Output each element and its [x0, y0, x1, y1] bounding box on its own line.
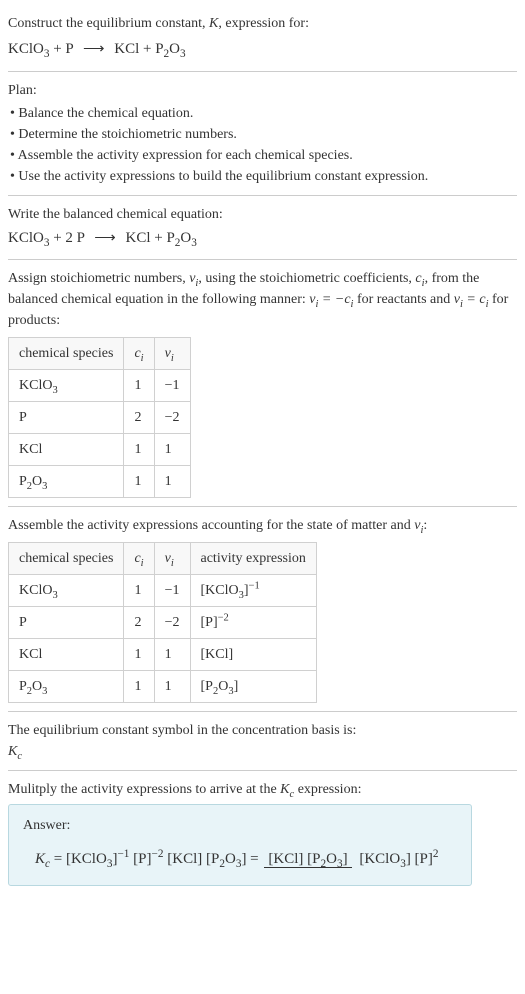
final-section: Mulitply the activity expressions to arr… — [8, 770, 517, 894]
species-cell: P — [9, 607, 124, 639]
species-cell: KClO3 — [9, 370, 124, 402]
activity-table: chemical species ci νi activity expressi… — [8, 542, 317, 703]
plan-section: Plan: • Balance the chemical equation. •… — [8, 71, 517, 195]
col-species: chemical species — [9, 543, 124, 575]
K-symbol: K — [209, 16, 218, 31]
fraction: [KCl] [P2O3] [KClO3] [P]2 — [264, 848, 442, 871]
stoich-table: chemical species ci νi KClO3 1 −1 P 2 −2… — [8, 337, 191, 498]
text: Assign stoichiometric numbers, — [8, 271, 189, 286]
c-i-symbol: ci — [415, 271, 424, 286]
c-cell: 1 — [124, 434, 154, 466]
c-cell: 2 — [124, 402, 154, 434]
denominator: [KClO3] [P]2 — [355, 851, 442, 867]
kc-symbol-section: The equilibrium constant symbol in the c… — [8, 711, 517, 770]
col-activity: activity expression — [190, 543, 316, 575]
nu-cell: −1 — [154, 575, 190, 607]
expr-cell: [P]−2 — [190, 607, 316, 639]
activity-section: Assemble the activity expressions accoun… — [8, 506, 517, 711]
nu-cell: −1 — [154, 370, 190, 402]
table-row: P2O3 1 1 — [9, 466, 191, 498]
activity-intro: Assemble the activity expressions accoun… — [8, 515, 517, 536]
table-row: KClO3 1 −1 [KClO3]−1 — [9, 575, 317, 607]
prompt-text: Construct the equilibrium constant, K, e… — [8, 13, 517, 34]
c-cell: 1 — [124, 370, 154, 402]
relation: νi = ci — [454, 292, 489, 307]
expr-cell: [KCl] — [190, 639, 316, 671]
plan-title: Plan: — [8, 80, 517, 101]
kc-intro: The equilibrium constant symbol in the c… — [8, 720, 517, 741]
plan-item: • Assemble the activity expression for e… — [10, 145, 517, 166]
kc-symbol: Kc — [8, 741, 517, 762]
nu-cell: 1 — [154, 434, 190, 466]
text: for reactants and — [353, 292, 453, 307]
text: Mulitply the activity expressions to arr… — [8, 782, 280, 797]
col-species: chemical species — [9, 338, 124, 370]
col-ci: ci — [124, 543, 154, 575]
text: expression: — [294, 782, 361, 797]
text: , using the stoichiometric coefficients, — [198, 271, 415, 286]
expr-cell: [P2O3] — [190, 671, 316, 703]
species-cell: KCl — [9, 434, 124, 466]
plan-item: • Use the activity expressions to build … — [10, 166, 517, 187]
arrow-icon: ⟶ — [94, 230, 116, 246]
table-row: P 2 −2 [P]−2 — [9, 607, 317, 639]
c-cell: 1 — [124, 575, 154, 607]
nu-cell: 1 — [154, 466, 190, 498]
text: : — [423, 518, 427, 533]
nu-i-symbol: νi — [189, 271, 198, 286]
answer-box: Answer: Kc = [KClO3]−1 [P]−2 [KCl] [P2O3… — [8, 804, 472, 886]
species-cell: KClO3 — [9, 575, 124, 607]
prompt-part1: Construct the equilibrium constant, — [8, 16, 209, 31]
nu-cell: −2 — [154, 402, 190, 434]
Kc-symbol: Kc — [280, 782, 294, 797]
numerator: [KCl] [P2O3] — [264, 851, 351, 868]
species-cell: P — [9, 402, 124, 434]
species-cell: KCl — [9, 639, 124, 671]
species-cell: P2O3 — [9, 671, 124, 703]
table-header-row: chemical species ci νi — [9, 338, 191, 370]
table-row: P2O3 1 1 [P2O3] — [9, 671, 317, 703]
nu-cell: 1 — [154, 671, 190, 703]
relation: νi = −ci — [309, 292, 353, 307]
nu-cell: 1 — [154, 639, 190, 671]
arrow-icon: ⟶ — [83, 41, 105, 57]
c-cell: 2 — [124, 607, 154, 639]
stoich-section: Assign stoichiometric numbers, νi, using… — [8, 259, 517, 506]
balanced-equation: KClO3 + 2 P ⟶ KCl + P2O3 — [8, 227, 517, 250]
c-cell: 1 — [124, 671, 154, 703]
intro-section: Construct the equilibrium constant, K, e… — [8, 5, 517, 71]
col-nui: νi — [154, 543, 190, 575]
species-cell: P2O3 — [9, 466, 124, 498]
table-row: KClO3 1 −1 — [9, 370, 191, 402]
c-cell: 1 — [124, 466, 154, 498]
expr-cell: [KClO3]−1 — [190, 575, 316, 607]
plan-item: • Determine the stoichiometric numbers. — [10, 124, 517, 145]
col-ci: ci — [124, 338, 154, 370]
prompt-part1-end: , expression for: — [218, 16, 309, 31]
table-row: KCl 1 1 [KCl] — [9, 639, 317, 671]
table-row: P 2 −2 — [9, 402, 191, 434]
balanced-intro: Write the balanced chemical equation: — [8, 204, 517, 225]
text: Assemble the activity expressions accoun… — [8, 518, 414, 533]
unbalanced-equation: KClO3 + P ⟶ KCl + P2O3 — [8, 38, 517, 61]
c-cell: 1 — [124, 639, 154, 671]
col-nui: νi — [154, 338, 190, 370]
answer-label: Answer: — [23, 815, 457, 836]
nu-cell: −2 — [154, 607, 190, 639]
table-header-row: chemical species ci νi activity expressi… — [9, 543, 317, 575]
answer-formula: Kc = [KClO3]−1 [P]−2 [KCl] [P2O3] = [KCl… — [23, 844, 457, 875]
plan-item: • Balance the chemical equation. — [10, 103, 517, 124]
balanced-section: Write the balanced chemical equation: KC… — [8, 195, 517, 260]
final-intro: Mulitply the activity expressions to arr… — [8, 779, 517, 800]
stoich-intro: Assign stoichiometric numbers, νi, using… — [8, 268, 517, 331]
table-row: KCl 1 1 — [9, 434, 191, 466]
